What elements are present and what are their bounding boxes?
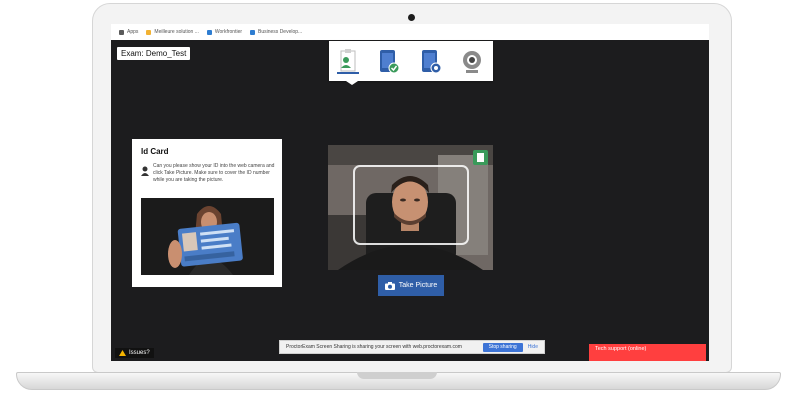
issues-label: Issues?	[129, 350, 150, 356]
id-card-title: Id Card	[141, 147, 169, 156]
bookmark-apps[interactable]: Apps	[119, 29, 138, 35]
tablet-record-icon	[422, 49, 442, 73]
warning-icon	[119, 350, 126, 356]
bookmark-label: Meilleure solution ...	[154, 29, 199, 35]
id-card-instructions: Can you please show your ID into the web…	[153, 163, 275, 183]
step-webcam[interactable]	[455, 45, 489, 78]
screen-sharing-text: ProctorExam Screen Sharing is sharing yo…	[286, 344, 462, 350]
screen-sharing-bar: ProctorExam Screen Sharing is sharing yo…	[279, 340, 545, 354]
take-picture-button[interactable]: Take Picture	[378, 275, 444, 296]
step-id-card[interactable]	[331, 45, 365, 78]
bookmark-icon	[250, 29, 256, 35]
laptop-notch	[357, 372, 437, 379]
bookmark-icon	[146, 29, 152, 35]
bookmark-label: Apps	[127, 29, 139, 35]
id-card-example-image	[141, 198, 274, 275]
laptop-camera-dot	[408, 14, 415, 21]
tech-support-button[interactable]: Tech support (online)	[589, 344, 706, 361]
bookmark-icon	[206, 29, 212, 35]
issues-button[interactable]: Issues?	[115, 348, 154, 358]
step-indicator	[329, 41, 493, 85]
bookmark-workfrontier[interactable]: Workfrontier	[206, 29, 243, 35]
webcam-feed	[328, 145, 493, 270]
step-tablet-record[interactable]	[413, 45, 447, 78]
apps-grid-icon	[119, 29, 124, 35]
bookmark-label: Business Develop...	[258, 29, 303, 35]
camera-icon	[384, 281, 395, 290]
step-pointer	[343, 79, 361, 85]
user-icon	[141, 166, 149, 176]
bookmarks-bar: Apps Meilleure solution ... Workfrontier…	[111, 24, 709, 40]
id-card-icon	[337, 48, 359, 74]
bookmark-business[interactable]: Business Develop...	[250, 29, 302, 35]
step-tablet-check[interactable]	[371, 45, 405, 78]
laptop-screen: Apps Meilleure solution ... Workfrontier…	[111, 24, 709, 361]
stop-sharing-button[interactable]: Stop sharing	[482, 342, 523, 352]
hide-button[interactable]: Hide	[528, 344, 538, 350]
bookmark-meilleure[interactable]: Meilleure solution ...	[146, 29, 199, 35]
bookmark-label: Workfrontier	[214, 29, 243, 35]
id-card-panel: Id Card Can you please show your ID into…	[132, 139, 282, 287]
exam-title: Exam: Demo_Test	[117, 47, 191, 60]
webcam-icon	[463, 50, 481, 73]
tablet-check-icon	[380, 49, 400, 73]
take-picture-label: Take Picture	[398, 282, 438, 289]
